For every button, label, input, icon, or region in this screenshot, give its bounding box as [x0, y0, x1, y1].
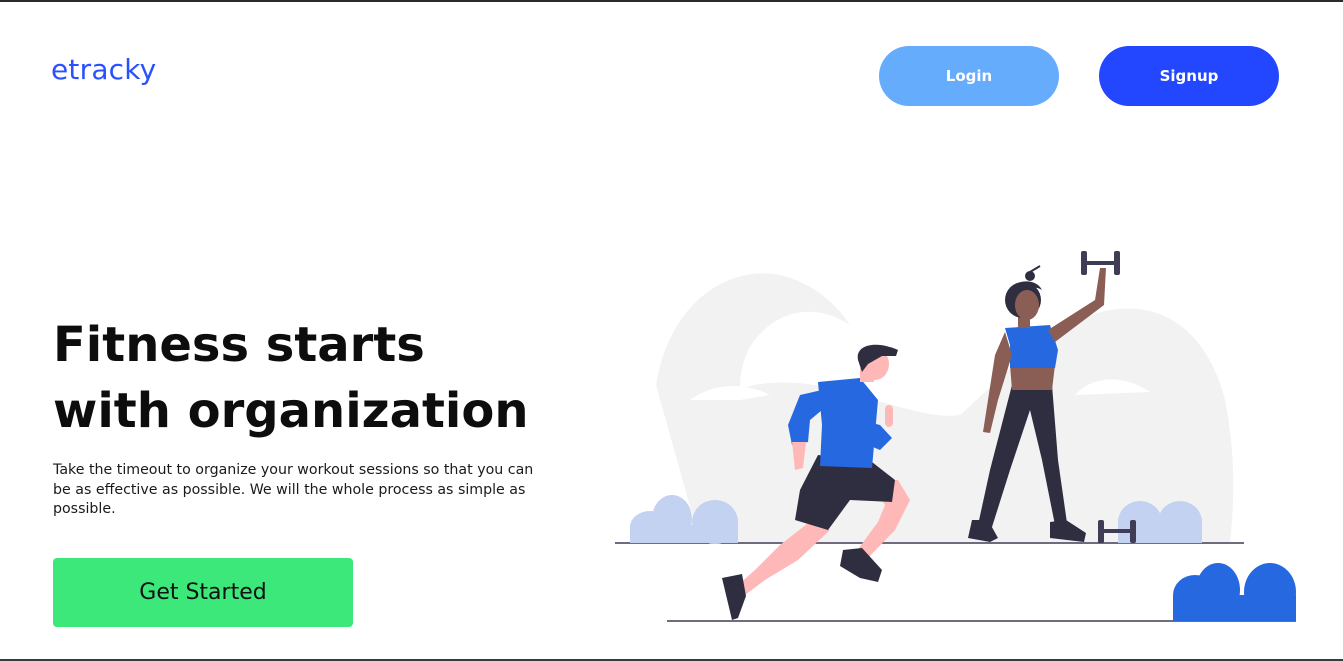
signup-button[interactable]: Signup [1099, 46, 1279, 106]
bush-right-dark [1173, 563, 1296, 621]
hero-headline: Fitness starts with organization [53, 312, 613, 444]
bush-left [630, 495, 738, 544]
headline-line-2: with organization [53, 383, 529, 439]
get-started-button[interactable]: Get Started [53, 558, 353, 627]
login-button[interactable]: Login [879, 46, 1059, 106]
logo[interactable]: etracky [51, 53, 156, 86]
top-border [0, 0, 1343, 2]
fitness-illustration-icon [615, 251, 1296, 622]
background-blob [656, 273, 1234, 542]
hero-description: Take the timeout to organize your workou… [53, 462, 534, 517]
headline-line-1: Fitness starts [53, 317, 425, 373]
